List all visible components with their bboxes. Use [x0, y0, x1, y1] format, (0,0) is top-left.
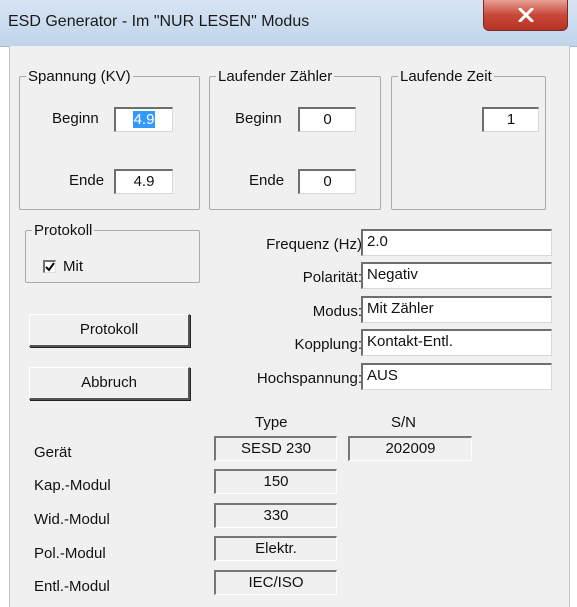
protokoll-button[interactable]: Protokoll: [29, 314, 190, 347]
polaritaet-field[interactable]: Negativ: [361, 262, 552, 289]
spannung-beginn-input[interactable]: 4.9: [114, 107, 173, 132]
row-wid-modul-type: 330: [214, 503, 337, 528]
row-entl-modul-type: IEC/ISO: [214, 570, 337, 595]
row-wid-modul-label: Wid.-Modul: [34, 511, 110, 528]
row-kap-modul-label: Kap.-Modul: [34, 477, 111, 494]
group-zaehler-legend: Laufender Zähler: [218, 68, 333, 85]
spannung-ende-input[interactable]: 4.9: [114, 169, 173, 194]
zaehler-beginn-input[interactable]: 0: [298, 107, 356, 132]
close-button[interactable]: [483, 0, 568, 31]
hochspannung-label: Hochspannung:: [256, 370, 362, 387]
group-zeit-legend: Laufende Zeit: [400, 68, 492, 85]
polaritaet-label: Polarität:: [302, 269, 362, 286]
frequenz-field[interactable]: 2.0: [361, 229, 552, 256]
title-bar: ESD Generator - Im "NUR LESEN" Modus: [0, 0, 577, 47]
protokoll-checkbox-label: Mit: [63, 258, 83, 275]
checkmark-icon: [45, 262, 55, 272]
group-laufende-zeit: Laufende Zeit: [391, 68, 546, 210]
modus-field[interactable]: Mit Zähler: [361, 296, 552, 323]
zaehler-ende-label: Ende: [249, 172, 285, 189]
col-type-header: Type: [255, 414, 288, 431]
dialog-body: Spannung (KV) Beginn 4.9 Ende 4.9 Laufen…: [9, 46, 570, 607]
hochspannung-field[interactable]: AUS: [361, 363, 552, 390]
group-protokoll-legend: Protokoll: [34, 222, 93, 239]
row-geraet-sn: 202009: [348, 436, 472, 461]
protokoll-checkbox-row[interactable]: Mit: [43, 258, 83, 275]
zaehler-beginn-label: Beginn: [235, 110, 282, 127]
frequenz-label: Frequenz (Hz): [266, 236, 362, 253]
abbruch-button[interactable]: Abbruch: [29, 367, 190, 400]
col-sn-header: S/N: [391, 414, 417, 431]
window-title: ESD Generator - Im "NUR LESEN" Modus: [8, 13, 310, 30]
spannung-beginn-value: 4.9: [132, 111, 156, 128]
row-pol-modul-label: Pol.-Modul: [34, 545, 106, 562]
protokoll-checkbox[interactable]: [43, 260, 56, 273]
row-pol-modul-type: Elektr.: [214, 536, 337, 561]
kopplung-label: Kopplung:: [294, 336, 362, 353]
close-icon: [518, 8, 533, 22]
modus-label: Modus:: [312, 303, 362, 320]
kopplung-field[interactable]: Kontakt-Entl.: [361, 329, 552, 356]
row-geraet-type: SESD 230: [214, 436, 337, 461]
row-entl-modul-label: Entl.-Modul: [34, 578, 110, 595]
zaehler-ende-input[interactable]: 0: [298, 169, 356, 194]
group-spannung-legend: Spannung (KV): [28, 68, 131, 85]
spannung-beginn-label: Beginn: [52, 110, 99, 127]
row-geraet-label: Gerät: [34, 444, 72, 461]
laufende-zeit-input[interactable]: 1: [482, 107, 539, 132]
row-kap-modul-type: 150: [214, 469, 337, 494]
spannung-ende-label: Ende: [69, 172, 105, 189]
